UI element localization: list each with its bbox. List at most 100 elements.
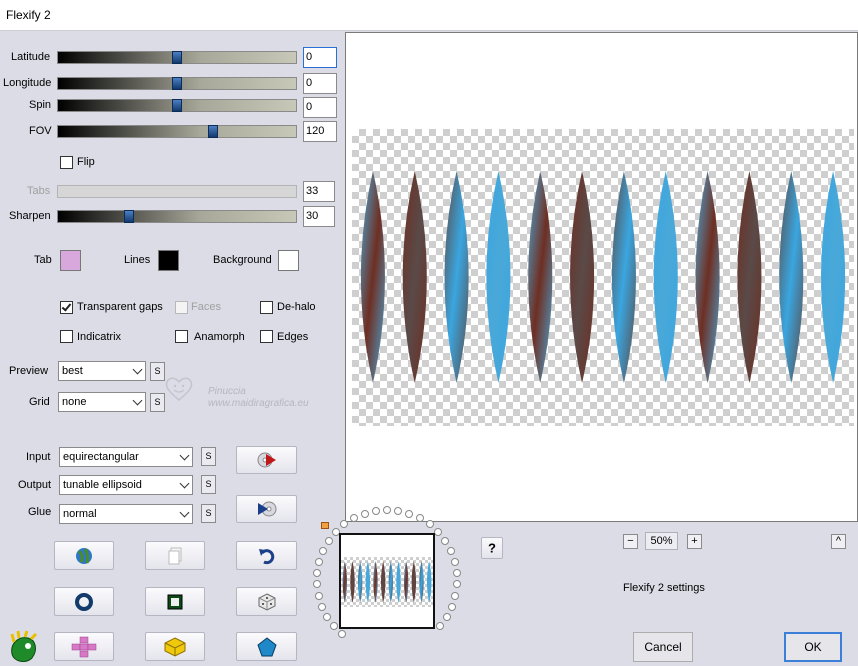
fov-label: FOV (29, 125, 52, 137)
tabs-slider (57, 185, 297, 198)
indicatrix-label: Indicatrix (77, 331, 122, 343)
input-select[interactable]: equirectangular (59, 447, 193, 467)
globe-button[interactable] (54, 541, 114, 570)
load-preset-button[interactable] (236, 446, 297, 474)
dial-dot[interactable] (442, 612, 451, 621)
dial-dot[interactable] (435, 621, 444, 630)
fov-field[interactable]: 120 (303, 121, 337, 142)
input-s-button[interactable]: S (201, 447, 216, 466)
dial-dot[interactable] (323, 612, 332, 621)
dial-dot[interactable] (450, 557, 459, 566)
watermark-url: www.maidiragrafica.eu (208, 398, 309, 409)
longitude-slider[interactable] (57, 77, 297, 90)
dial-dot[interactable] (315, 557, 324, 566)
lens-shape (411, 561, 417, 603)
lens-shape (360, 171, 385, 383)
transparent-gaps-checkbox[interactable] (60, 301, 73, 314)
ok-button[interactable]: OK (784, 632, 842, 662)
anamorph-checkbox[interactable] (175, 330, 188, 343)
sharpen-field[interactable]: 30 (303, 206, 335, 227)
fov-slider[interactable] (57, 125, 297, 138)
dial-dot[interactable] (360, 509, 369, 518)
spin-label: Spin (29, 99, 52, 111)
lens-shape (403, 561, 409, 603)
output-select[interactable]: tunable ellipsoid (59, 475, 193, 495)
spin-slider[interactable] (57, 99, 297, 112)
grid-select[interactable]: none (58, 392, 146, 412)
spin-slider-thumb[interactable] (172, 99, 182, 112)
edges-checkbox[interactable] (260, 330, 273, 343)
spin-field[interactable]: 0 (303, 97, 337, 118)
undo-button[interactable] (236, 541, 297, 570)
navigator-thumbnail[interactable] (339, 533, 435, 629)
frame-button[interactable] (145, 587, 205, 616)
de-halo-checkbox[interactable] (260, 301, 273, 314)
square-frame-icon (167, 594, 183, 609)
longitude-slider-thumb[interactable] (172, 77, 182, 90)
dial-dot[interactable] (383, 506, 391, 514)
latitude-field[interactable]: 0 (303, 47, 337, 68)
tabs-field[interactable]: 33 (303, 181, 335, 202)
copy-icon (168, 547, 182, 564)
longitude-field[interactable]: 0 (303, 73, 337, 94)
dial-dot[interactable] (451, 591, 460, 600)
save-preset-button[interactable] (236, 495, 297, 523)
random-button[interactable] (236, 587, 297, 616)
dial-dot[interactable] (313, 580, 322, 589)
background-color-swatch[interactable] (278, 250, 299, 271)
dial-dot[interactable] (441, 537, 450, 546)
lines-color-label: Lines (124, 254, 151, 266)
dial-dot[interactable] (330, 621, 339, 630)
cancel-button[interactable]: Cancel (633, 632, 693, 662)
dial-dot[interactable] (452, 568, 461, 577)
output-s-button[interactable]: S (201, 475, 216, 494)
preview-select[interactable]: best (58, 361, 146, 381)
collapse-button[interactable]: ^ (831, 534, 846, 549)
dial-dot[interactable] (338, 629, 347, 638)
lens-shape (365, 561, 371, 603)
help-button[interactable]: ? (481, 537, 503, 559)
latitude-slider-thumb[interactable] (172, 51, 182, 64)
sharpen-label: Sharpen (9, 210, 51, 222)
sharpen-slider[interactable] (57, 210, 297, 223)
tab-color-swatch[interactable] (60, 250, 81, 271)
latitude-slider[interactable] (57, 51, 297, 64)
dial-dot[interactable] (425, 520, 434, 529)
lens-shape (380, 561, 386, 603)
dial-dot[interactable] (324, 537, 333, 546)
dial-dot[interactable] (447, 602, 456, 611)
glue-label: Glue (28, 506, 52, 518)
zoom-out-button[interactable]: − (623, 534, 638, 549)
copy-button[interactable] (145, 541, 205, 570)
glue-s-button[interactable]: S (201, 504, 216, 523)
latitude-label: Latitude (11, 51, 51, 63)
ring-button[interactable] (54, 587, 114, 616)
dial-dot[interactable] (371, 506, 380, 515)
dial-dot[interactable] (319, 546, 328, 555)
thumbnail-image (342, 561, 432, 603)
sharpen-slider-thumb[interactable] (124, 210, 135, 223)
dial-dot[interactable] (313, 568, 322, 577)
chevron-down-icon (179, 507, 190, 518)
glue-select[interactable]: normal (59, 504, 193, 524)
cube-button[interactable] (145, 632, 205, 661)
zoom-in-button[interactable]: + (687, 534, 702, 549)
preview-image (360, 171, 846, 383)
output-label: Output (18, 479, 52, 491)
dial-dot[interactable] (434, 528, 443, 537)
dial-dot[interactable] (340, 520, 349, 529)
indicatrix-checkbox[interactable] (60, 330, 73, 343)
flip-checkbox[interactable] (60, 156, 73, 169)
dial-dot[interactable] (314, 591, 323, 600)
shuffle-button[interactable] (54, 632, 114, 661)
dial-dot[interactable] (452, 580, 461, 589)
grid-s-button[interactable]: S (150, 393, 165, 412)
dial-dot[interactable] (318, 602, 327, 611)
preview-panel[interactable] (345, 32, 858, 522)
dial-dot[interactable] (446, 546, 455, 555)
lens-shape (779, 171, 804, 383)
pentagon-button[interactable] (236, 632, 297, 661)
preview-s-button[interactable]: S (150, 362, 165, 381)
lines-color-swatch[interactable] (158, 250, 179, 271)
fov-slider-thumb[interactable] (207, 125, 218, 138)
